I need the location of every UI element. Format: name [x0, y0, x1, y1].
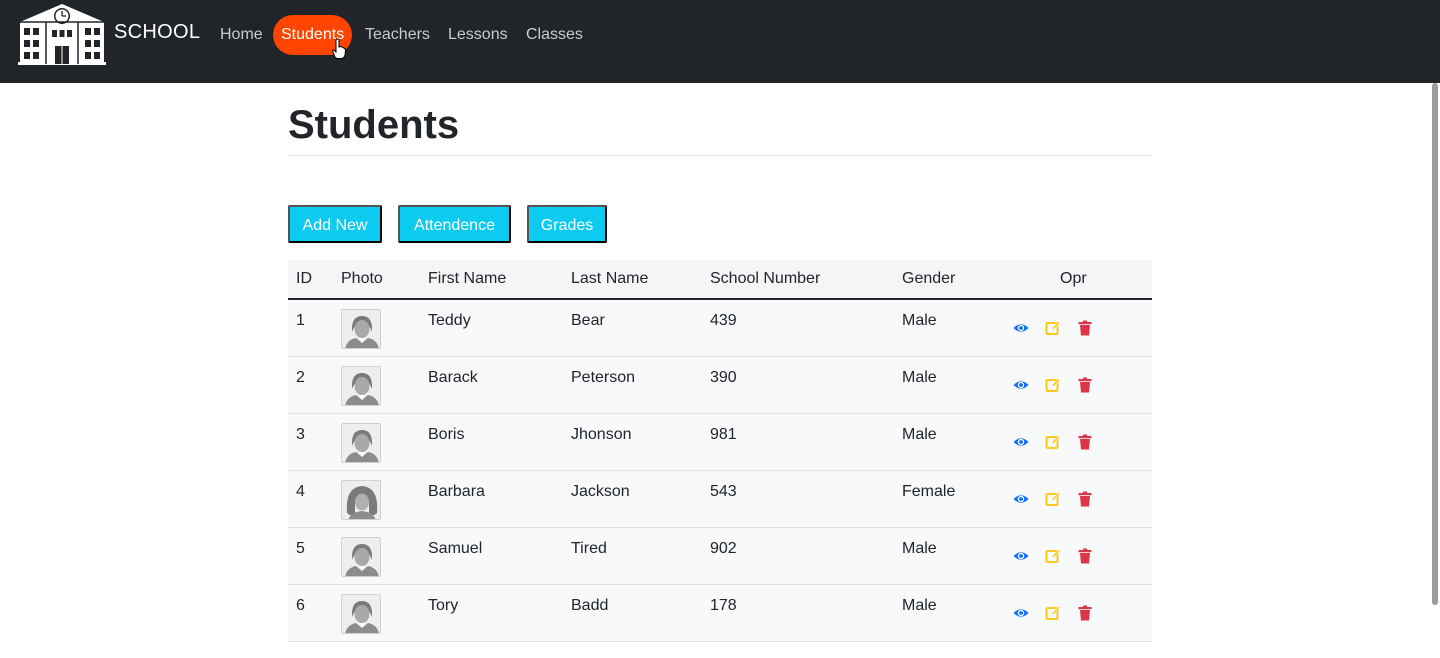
nav-item-teachers[interactable]: Teachers [357, 15, 438, 55]
cell-gender: Male [902, 597, 937, 614]
cell-last-name: Peterson [571, 369, 636, 386]
cell-last-name: Bear [571, 312, 605, 329]
header-first-name: First Name [428, 270, 507, 287]
nav-item-lessons[interactable]: Lessons [440, 15, 516, 55]
student-photo [341, 423, 381, 463]
cell-school-number: 981 [710, 426, 737, 443]
title-divider [288, 155, 1152, 156]
table-row: 5 Samuel Tired 902 Male [288, 528, 1152, 585]
trash-icon[interactable] [1077, 377, 1093, 393]
cell-id: 2 [296, 369, 305, 386]
edit-icon[interactable] [1045, 548, 1061, 564]
trash-icon[interactable] [1077, 605, 1093, 621]
cell-gender: Female [902, 483, 956, 500]
student-photo [341, 537, 381, 577]
female-avatar-icon [342, 481, 381, 520]
attendence-button[interactable]: Attendence [398, 205, 511, 243]
nav-item-home[interactable]: Home [212, 15, 271, 55]
header-last-name: Last Name [571, 270, 649, 287]
cell-id: 6 [296, 597, 305, 614]
table-row: 1 Teddy Bear 439 Male [288, 300, 1152, 357]
school-building-icon[interactable] [16, 2, 108, 66]
cell-school-number: 439 [710, 312, 737, 329]
table-row: 3 Boris Jhonson 981 Male [288, 414, 1152, 471]
table-row: 2 Barack Peterson 390 Male [288, 357, 1152, 414]
edit-icon[interactable] [1045, 377, 1061, 393]
brand-name[interactable]: SCHOOL [114, 21, 200, 44]
scrollbar-thumb[interactable] [1432, 83, 1438, 605]
cell-first-name: Barack [428, 369, 478, 386]
cell-first-name: Boris [428, 426, 465, 443]
cell-first-name: Tory [428, 597, 459, 614]
student-photo [341, 480, 381, 520]
cell-gender: Male [902, 312, 937, 329]
eye-icon[interactable] [1013, 377, 1029, 393]
edit-icon[interactable] [1045, 434, 1061, 450]
trash-icon[interactable] [1077, 434, 1093, 450]
cell-id: 3 [296, 426, 305, 443]
eye-icon[interactable] [1013, 434, 1029, 450]
eye-icon[interactable] [1013, 491, 1029, 507]
cell-first-name: Barbara [428, 483, 485, 500]
header-school-number: School Number [710, 270, 821, 287]
nav-item-classes[interactable]: Classes [518, 15, 591, 55]
cell-school-number: 543 [710, 483, 737, 500]
cell-id: 5 [296, 540, 305, 557]
students-table: ID Photo First Name Last Name School Num… [288, 260, 1152, 642]
page-title: Students [288, 103, 460, 147]
table-row: 4 Barbara Jackson 543 Female [288, 471, 1152, 528]
navbar: SCHOOL Home Students Teachers Lessons Cl… [0, 0, 1440, 83]
trash-icon[interactable] [1077, 491, 1093, 507]
student-photo [341, 594, 381, 634]
male-avatar-icon [342, 310, 381, 349]
cell-first-name: Samuel [428, 540, 483, 557]
table-header: ID Photo First Name Last Name School Num… [288, 260, 1152, 300]
male-avatar-icon [342, 424, 381, 463]
edit-icon[interactable] [1045, 605, 1061, 621]
cell-id: 1 [296, 312, 305, 329]
header-gender: Gender [902, 270, 956, 287]
hand-cursor-icon [332, 38, 346, 59]
page-scrollbar[interactable] [1430, 83, 1440, 658]
cell-gender: Male [902, 369, 937, 386]
cell-last-name: Tired [571, 540, 607, 557]
cell-id: 4 [296, 483, 305, 500]
grades-button[interactable]: Grades [527, 205, 607, 243]
cell-school-number: 390 [710, 369, 737, 386]
student-photo [341, 309, 381, 349]
eye-icon[interactable] [1013, 605, 1029, 621]
male-avatar-icon [342, 538, 381, 577]
male-avatar-icon [342, 595, 381, 634]
cell-school-number: 902 [710, 540, 737, 557]
male-avatar-icon [342, 367, 381, 406]
header-photo: Photo [341, 270, 383, 287]
cell-last-name: Jhonson [571, 426, 632, 443]
table-row: 6 Tory Badd 178 Male [288, 585, 1152, 642]
cell-gender: Male [902, 426, 937, 443]
header-opr: Opr [1060, 270, 1087, 287]
trash-icon[interactable] [1077, 320, 1093, 336]
cell-last-name: Badd [571, 597, 609, 614]
cell-first-name: Teddy [428, 312, 471, 329]
cell-school-number: 178 [710, 597, 737, 614]
eye-icon[interactable] [1013, 548, 1029, 564]
cell-gender: Male [902, 540, 937, 557]
edit-icon[interactable] [1045, 491, 1061, 507]
eye-icon[interactable] [1013, 320, 1029, 336]
header-id: ID [296, 270, 312, 287]
cell-last-name: Jackson [571, 483, 630, 500]
student-photo [341, 366, 381, 406]
trash-icon[interactable] [1077, 548, 1093, 564]
add-new-button[interactable]: Add New [288, 205, 382, 243]
edit-icon[interactable] [1045, 320, 1061, 336]
